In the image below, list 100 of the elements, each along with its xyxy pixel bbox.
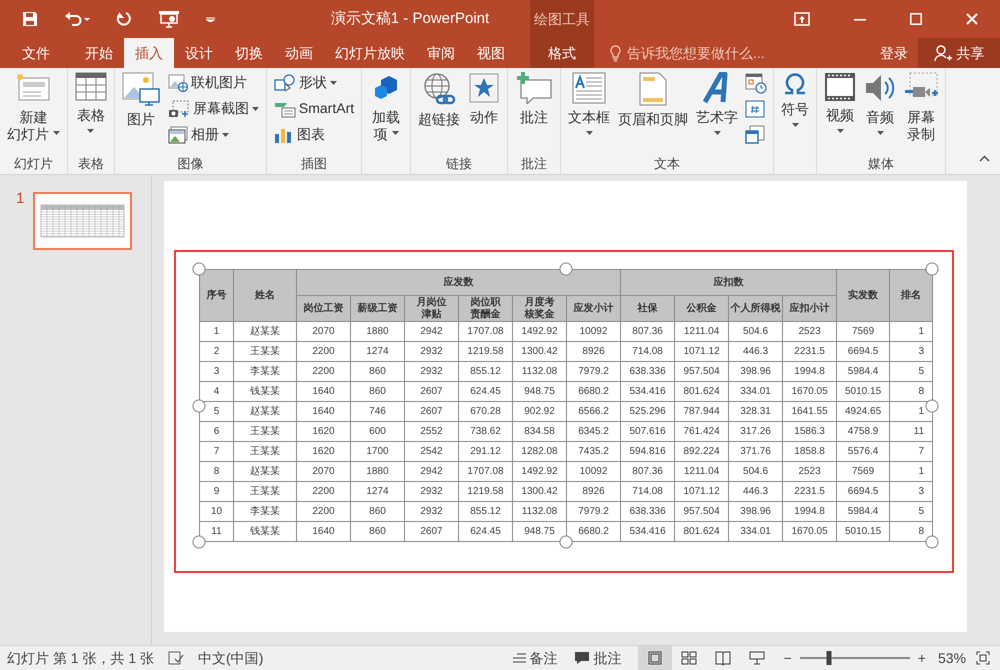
table-cell: 1282.08 <box>512 442 566 462</box>
table-cell: 11 <box>890 422 933 442</box>
resize-handle[interactable] <box>559 536 572 548</box>
ribbon-button[interactable]: 图片 <box>118 70 163 154</box>
table-header-cell: 岗位职 责酬金 <box>458 296 512 322</box>
table-cell: 2932 <box>404 482 458 502</box>
table-cell: 5 <box>890 362 933 382</box>
ribbon-button[interactable]: 联机图片 <box>164 70 262 95</box>
ribbon-button[interactable]: 图表 <box>270 122 358 147</box>
group-label: 插图 <box>301 156 327 171</box>
group-label: 批注 <box>521 156 548 171</box>
ribbon-tab[interactable]: 幻灯片放映 <box>324 38 416 68</box>
zoom-slider-thumb[interactable] <box>826 651 832 665</box>
group-label: 媒体 <box>868 156 894 171</box>
table-cell: 1211.04 <box>674 462 729 482</box>
ribbon-button[interactable]: 艺术字 <box>693 70 742 154</box>
table-header-cell: 薪级工资 <box>350 296 404 322</box>
zoom-in-button[interactable]: + <box>916 646 932 670</box>
maximize-icon <box>910 13 922 25</box>
ribbon-button[interactable]: 相册 <box>164 122 262 147</box>
table-cell: 1132.08 <box>512 362 566 382</box>
ribbon-tab[interactable]: 视图 <box>466 38 516 68</box>
ribbon-button[interactable]: 超链接 <box>415 70 464 154</box>
ribbon-button[interactable]: 动作 <box>465 70 504 154</box>
normal-view-button[interactable] <box>638 646 672 670</box>
zoom-out-button[interactable]: − <box>774 646 794 670</box>
ribbon-button[interactable]: 屏幕截图 <box>164 96 262 121</box>
table-cell: 638.336 <box>620 502 675 522</box>
table-cell: 1219.58 <box>458 342 512 362</box>
resize-handle[interactable] <box>926 536 938 548</box>
resize-handle[interactable] <box>926 399 938 412</box>
ribbon-button[interactable]: 新建 幻灯片 <box>4 70 63 154</box>
group-label: 表格 <box>78 156 104 171</box>
table-cell: 948.75 <box>512 382 566 402</box>
notes-button[interactable]: 备注 <box>504 646 566 670</box>
table-cell: 2200 <box>296 362 350 382</box>
language-text: 中文(中国) <box>198 648 264 668</box>
table-cell: 1640 <box>296 382 350 402</box>
ribbon-button[interactable]: 表格 <box>72 70 110 154</box>
table-cell: 860 <box>350 522 404 542</box>
tell-me-field[interactable]: 告诉我您想要做什么... <box>625 42 860 64</box>
lightbulb-icon <box>610 44 621 62</box>
ribbon-button[interactable]: 屏幕 录制 <box>901 70 942 154</box>
table-header-cell: 个人所得税 <box>728 296 783 322</box>
resize-handle[interactable] <box>926 262 938 276</box>
table-cell: 2200 <box>296 342 350 362</box>
ribbon-tab[interactable]: 格式 <box>530 38 594 68</box>
table-cell: 10 <box>200 502 234 522</box>
table-cell: 1300.42 <box>512 482 566 502</box>
resize-handle[interactable] <box>559 262 572 276</box>
ribbon-button[interactable]: 文本框 <box>565 70 614 154</box>
sign-in-link[interactable]: 登录 <box>870 38 918 68</box>
ribbon-button[interactable]: 形状 <box>270 70 358 95</box>
ribbon-tab[interactable]: 审阅 <box>416 38 466 68</box>
table-cell: 2932 <box>404 342 458 362</box>
table-cell: 1132.08 <box>512 502 566 522</box>
resize-handle[interactable] <box>192 262 206 276</box>
redo-icon <box>116 11 132 27</box>
ribbon-button[interactable]: 视频 <box>821 70 860 154</box>
slide-count-text: 幻灯片 第 1 张，共 1 张 <box>7 648 154 668</box>
ribbon-tab[interactable]: 切换 <box>224 38 274 68</box>
resize-handle[interactable] <box>192 536 206 548</box>
ribbon-button[interactable]: 页眉和页脚 <box>615 70 692 154</box>
table-cell: 801.624 <box>674 522 729 542</box>
table-cell: 860 <box>350 362 404 382</box>
ribbon-button[interactable]: 批注 <box>512 70 556 154</box>
table-cell: 1071.12 <box>674 482 729 502</box>
table-cell: 李某某 <box>234 502 296 522</box>
table-cell: 4924.65 <box>836 402 890 422</box>
ribbon-button[interactable]: 音频 <box>861 70 900 154</box>
comment-icon <box>515 72 554 104</box>
table-cell: 6345.2 <box>566 422 621 442</box>
resize-handle[interactable] <box>192 399 206 412</box>
share-button[interactable]: 共享 <box>918 38 1000 68</box>
slide-number: 1 <box>16 189 24 209</box>
ribbon-tab[interactable]: 设计 <box>174 38 224 68</box>
ribbon-tab[interactable]: 动画 <box>274 38 324 68</box>
file-menu[interactable]: 文件 <box>10 38 74 68</box>
table-cell: 3 <box>890 342 933 362</box>
table-cell: 860 <box>350 382 404 402</box>
comment-icon <box>574 651 590 665</box>
table-cell: 761.424 <box>674 422 729 442</box>
group-label: 文本 <box>654 156 680 171</box>
ribbon-tab[interactable]: 插入 <box>124 38 174 68</box>
table-cell: 1071.12 <box>674 342 729 362</box>
ribbon-button[interactable]: 加载 项 <box>366 70 406 154</box>
table-cell: 2607 <box>404 382 458 402</box>
table-cell: 5 <box>890 502 933 522</box>
table-cell: 446.3 <box>728 482 783 502</box>
table-cell: 9 <box>200 482 234 502</box>
comments-button[interactable]: 批注 <box>566 646 630 670</box>
table-cell: 5576.4 <box>836 442 890 462</box>
ribbon-button[interactable]: 符号 <box>778 70 812 154</box>
ribbon-button[interactable]: SmartArt <box>270 96 358 121</box>
table-cell: 1641.55 <box>782 402 837 422</box>
table-cell: 6680.2 <box>566 382 621 402</box>
calendar-clock-icon <box>745 72 768 94</box>
ribbon-tab[interactable]: 开始 <box>74 38 124 68</box>
table-cell: 2607 <box>404 402 458 422</box>
table-cell: 507.616 <box>620 422 675 442</box>
